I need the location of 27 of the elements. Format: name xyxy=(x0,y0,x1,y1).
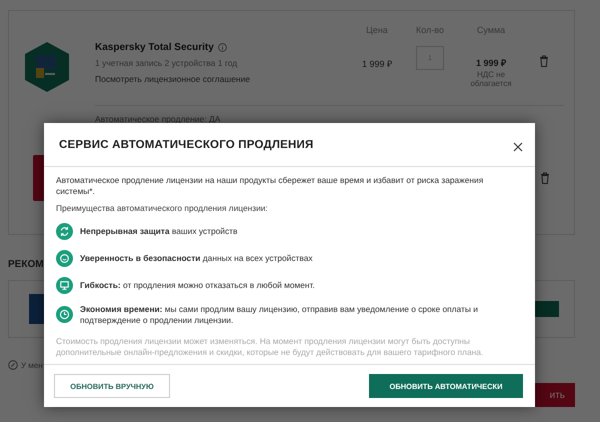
vat-note: НДС не облагается xyxy=(469,71,513,89)
benefits-heading: Преимущества автоматического продления лицензии: xyxy=(56,202,269,213)
benefit-text: Гибкость: от продления можно отказаться в любой момент. xyxy=(80,280,315,291)
benefit-text: Непрерывная защита ваших устройств xyxy=(80,226,238,237)
trash-icon[interactable] xyxy=(540,172,550,184)
intro-text: Автоматическое продление лицензии на наши продукты сбережет ваше время и избавит от риска заражения системы*. xyxy=(56,175,484,197)
product-name: Kaspersky Total Security xyxy=(95,42,214,53)
total-price: 1 999 ₽ xyxy=(474,57,508,69)
license-agreement-link[interactable]: Посмотреть лицензионное соглашение xyxy=(95,74,250,84)
benefit-text: Экономия времени: мы сами продлим вашу лицензию, отправив вам уведомление о сроке оплаты и подтверждение о продлении лицензии. xyxy=(80,304,479,326)
discount-note[interactable]: У мен xyxy=(21,360,43,370)
benefit-text: Уверенность в безопасности данных на всех устройствах xyxy=(80,252,313,264)
benefit-icon xyxy=(56,222,73,240)
benefit-icon xyxy=(56,276,73,294)
info-icon[interactable] xyxy=(218,43,227,52)
auto-renewal-status: Автоматическое продление: ДА xyxy=(95,114,220,124)
product-icon xyxy=(23,41,71,93)
close-button[interactable] xyxy=(513,140,523,150)
trash-icon[interactable] xyxy=(539,55,549,67)
dialog-title: СЕРВИС АВТОМАТИЧЕСКОГО ПРОДЛЕНИЯ xyxy=(59,138,314,150)
section-heading: РЕКОМ xyxy=(8,259,44,270)
product-details: 1 учетная запись 2 устройства 1 год xyxy=(95,58,238,68)
close-icon xyxy=(513,142,523,152)
disclaimer-text: Стоимость продления лицензии может изменяться. На момент продления лицензии могут быть доступны дополнительные онлайн-предложения и скидки, которые не будут действовать для вашего тарифного плана. xyxy=(56,336,484,358)
benefit-icon xyxy=(56,306,73,324)
price: 1 999 ₽ xyxy=(360,58,394,70)
benefit-icon xyxy=(56,250,73,267)
